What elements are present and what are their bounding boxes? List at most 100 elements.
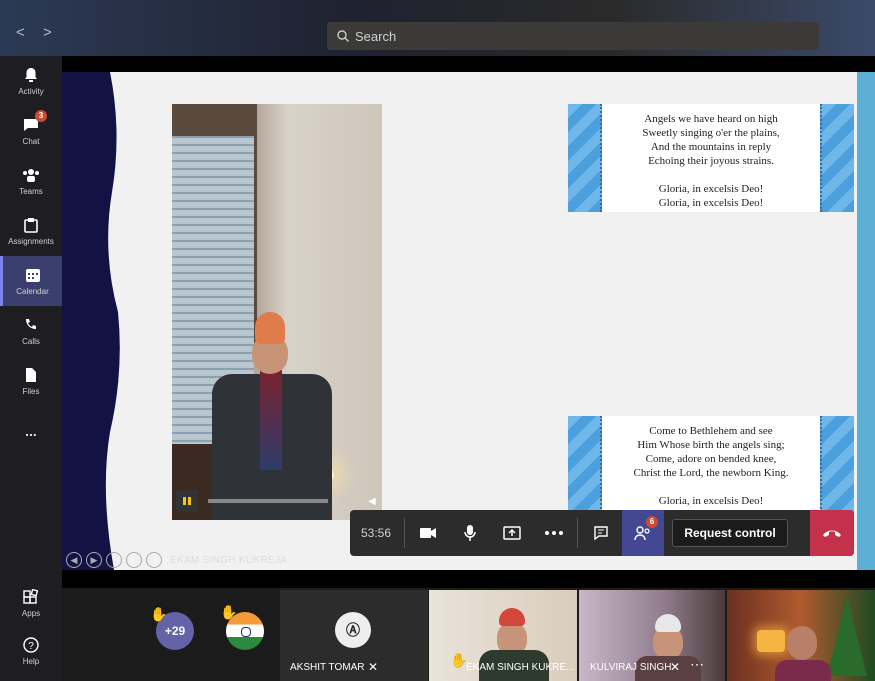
verse-line: Gloria, in excelsis Deo!: [658, 183, 764, 195]
pause-icon: [183, 497, 191, 505]
slide-decoration-left: [62, 72, 122, 570]
title-bar: < > Search: [0, 0, 875, 56]
participants-button[interactable]: 6: [622, 510, 664, 556]
share-tray-icon: [503, 526, 521, 540]
hang-up-icon: [823, 530, 841, 537]
rail-label: Assignments: [8, 237, 54, 246]
more-icon: ...: [25, 423, 37, 439]
rail-item-chat[interactable]: 3 Chat: [0, 106, 62, 156]
verse-card-2: Come to Bethlehem and see Him Whose birt…: [568, 416, 854, 516]
slide-control-button[interactable]: [106, 552, 122, 568]
chat-icon: 3: [22, 110, 47, 134]
search-input[interactable]: Search: [327, 22, 819, 50]
toolbar-divider: [404, 518, 405, 548]
back-button[interactable]: <: [16, 24, 25, 41]
history-nav: < >: [16, 24, 66, 41]
chat-badge: 3: [35, 110, 47, 122]
microphone-button[interactable]: [449, 510, 491, 556]
leave-call-button[interactable]: [810, 510, 854, 556]
rail-label: Apps: [21, 609, 41, 618]
mic-muted-icon: ✕: [670, 660, 681, 674]
phone-icon: [22, 316, 40, 334]
snowflake-border-icon: [820, 104, 854, 212]
rail-label: Calls: [22, 337, 40, 346]
verse-line: [602, 480, 820, 494]
participant-tile[interactable]: [727, 590, 875, 681]
verse-line: Angels we have heard on high: [644, 113, 778, 125]
volume-icon[interactable]: ◀: [368, 496, 376, 507]
search-placeholder: Search: [355, 28, 397, 44]
rail-item-files[interactable]: Files: [0, 356, 62, 406]
rail-label: Calendar: [16, 287, 49, 296]
slide-decoration-right: [857, 72, 875, 570]
verse-line: Christ the Lord, the newborn King.: [633, 467, 789, 479]
verse-line: Echoing their joyous strains.: [648, 155, 774, 167]
verse-line: Him Whose birth the angels sing;: [637, 439, 785, 451]
microphone-icon: [464, 525, 476, 541]
raised-hand-icon: ✋: [220, 604, 238, 620]
rail-label: Teams: [19, 187, 43, 196]
slide-control-button[interactable]: [126, 552, 142, 568]
rail-label: Help: [22, 657, 40, 666]
verse-text-2: Come to Bethlehem and see Him Whose birt…: [602, 424, 820, 508]
verse-line: Sweetly singing o'er the plains,: [642, 127, 780, 139]
more-actions-button[interactable]: [533, 510, 575, 556]
participant-name: EKAM SINGH KUKRE...: [466, 662, 575, 673]
bell-icon: [22, 66, 40, 84]
toolbar-divider: [577, 518, 578, 548]
verse-line: Come to Bethlehem and see: [649, 425, 773, 437]
slide-video[interactable]: [172, 104, 382, 520]
raised-hand-icon: ✋: [150, 606, 168, 622]
verse-card-1: Angels we have heard on high Sweetly sin…: [568, 104, 854, 212]
mic-muted-icon: ✕: [368, 660, 379, 674]
video-progress-bar[interactable]: [208, 499, 328, 503]
previous-slide-button[interactable]: ◀: [66, 552, 82, 568]
rail-label: Files: [22, 387, 40, 396]
verse-line: Gloria, in excelsis Deo!: [658, 495, 764, 507]
snowflake-border-icon: [568, 104, 602, 212]
rail-item-calendar[interactable]: Calendar: [0, 256, 62, 306]
rail-item-activity[interactable]: Activity: [0, 56, 62, 106]
raised-hand-icon: ✋: [450, 652, 468, 668]
more-options-icon[interactable]: ⋯: [690, 656, 704, 673]
help-icon: ?: [22, 636, 40, 654]
snowflake-border-icon: [568, 416, 602, 516]
presenter-name: EKAM SINGH KUKREJA: [170, 554, 288, 566]
files-icon: [22, 366, 40, 384]
verse-line: Gloria, in excelsis Deo!: [658, 197, 764, 209]
teams-icon: [22, 166, 40, 184]
next-slide-button[interactable]: ▶: [86, 552, 102, 568]
verse-line: [602, 168, 820, 182]
calendar-icon: [24, 266, 42, 284]
video-controls: ◀: [176, 486, 376, 516]
video-camera-icon: [420, 528, 436, 538]
meeting-timer: 53:56: [360, 526, 392, 540]
search-icon: [337, 30, 349, 42]
camera-button[interactable]: [407, 510, 449, 556]
forward-button[interactable]: >: [43, 24, 52, 41]
app-rail: Activity 3 Chat Teams Assignments Calend…: [0, 56, 62, 681]
svg-text:?: ?: [28, 641, 34, 652]
participant-name: AKSHIT TOMAR: [290, 662, 365, 673]
rail-item-assignments[interactable]: Assignments: [0, 206, 62, 256]
rail-item-apps[interactable]: Apps: [0, 578, 62, 628]
slide-control-button[interactable]: [146, 552, 162, 568]
avatar: Ⓐ: [335, 612, 371, 648]
participant-name: KULVIRAJ SINGH: [590, 662, 672, 673]
share-screen-button[interactable]: [491, 510, 533, 556]
rail-item-teams[interactable]: Teams: [0, 156, 62, 206]
chat-button[interactable]: [580, 510, 622, 556]
rail-item-help[interactable]: ? Help: [0, 626, 62, 676]
ellipsis-icon: [545, 531, 563, 535]
chat-bubble-icon: [594, 526, 608, 541]
meeting-toolbar: 53:56 6 Request control: [350, 510, 854, 556]
request-control-button[interactable]: Request control: [672, 519, 788, 547]
pause-button[interactable]: [176, 490, 198, 512]
rail-item-more[interactable]: ...: [0, 411, 62, 451]
rail-label: Activity: [18, 87, 44, 96]
slide-navigation: ◀ ▶ EKAM SINGH KUKREJA: [66, 552, 287, 568]
rail-label: Chat: [22, 137, 40, 146]
verse-line: And the mountains in reply: [650, 141, 772, 153]
verse-line: Come, adore on bended knee,: [645, 453, 777, 465]
rail-item-calls[interactable]: Calls: [0, 306, 62, 356]
